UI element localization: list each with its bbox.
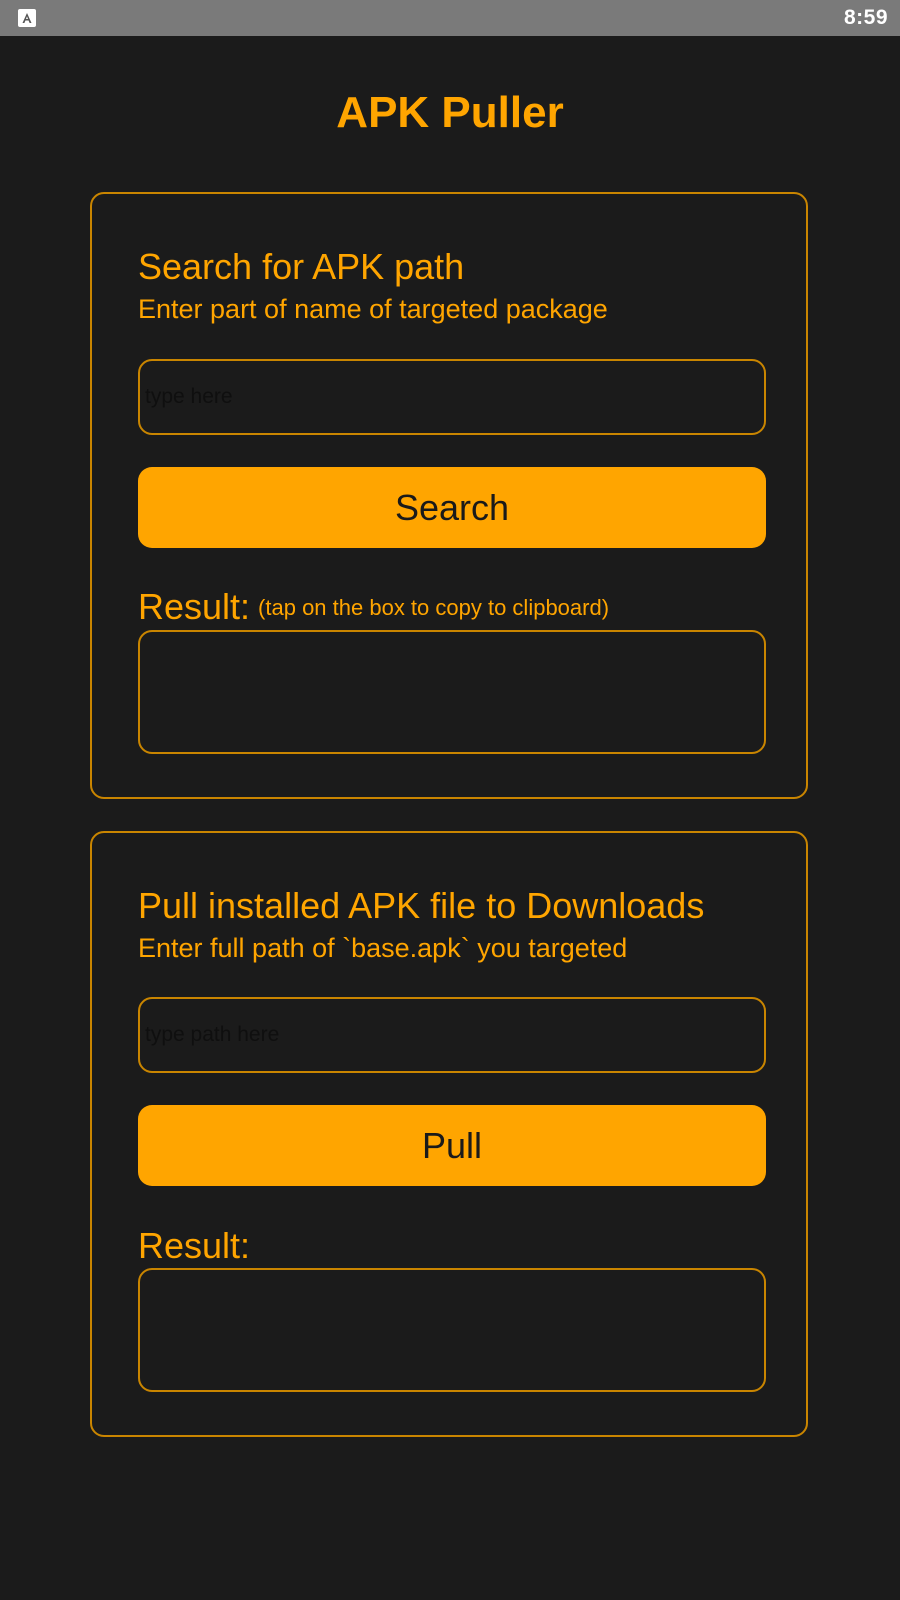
pull-result-label: Result: bbox=[138, 1225, 251, 1266]
search-result-label: Result: (tap on the box to copy to clipbo… bbox=[138, 586, 609, 628]
apk-path-input[interactable] bbox=[138, 997, 766, 1073]
search-result-box[interactable] bbox=[138, 630, 766, 754]
search-button[interactable]: Search bbox=[138, 467, 766, 548]
pull-button[interactable]: Pull bbox=[138, 1105, 766, 1186]
pull-card: Pull installed APK file to Downloads Ent… bbox=[90, 831, 808, 1437]
search-section-title: Search for APK path bbox=[138, 246, 465, 287]
package-search-input[interactable] bbox=[138, 359, 766, 435]
app-store-icon bbox=[18, 9, 36, 27]
status-bar: 8:59 bbox=[0, 0, 900, 36]
search-section-subtitle: Enter part of name of targeted package bbox=[138, 294, 608, 324]
pull-section-subtitle: Enter full path of `base.apk` you target… bbox=[138, 933, 628, 963]
status-time: 8:59 bbox=[843, 6, 888, 29]
search-card: Search for APK path Enter part of name o… bbox=[90, 192, 808, 799]
pull-section-title: Pull installed APK file to Downloads bbox=[138, 885, 705, 926]
result-copy-hint: (tap on the box to copy to clipboard) bbox=[258, 595, 610, 620]
result-label-text: Result: bbox=[138, 586, 251, 627]
pull-result-box[interactable] bbox=[138, 1268, 766, 1392]
app-title: APK Puller bbox=[336, 88, 564, 137]
